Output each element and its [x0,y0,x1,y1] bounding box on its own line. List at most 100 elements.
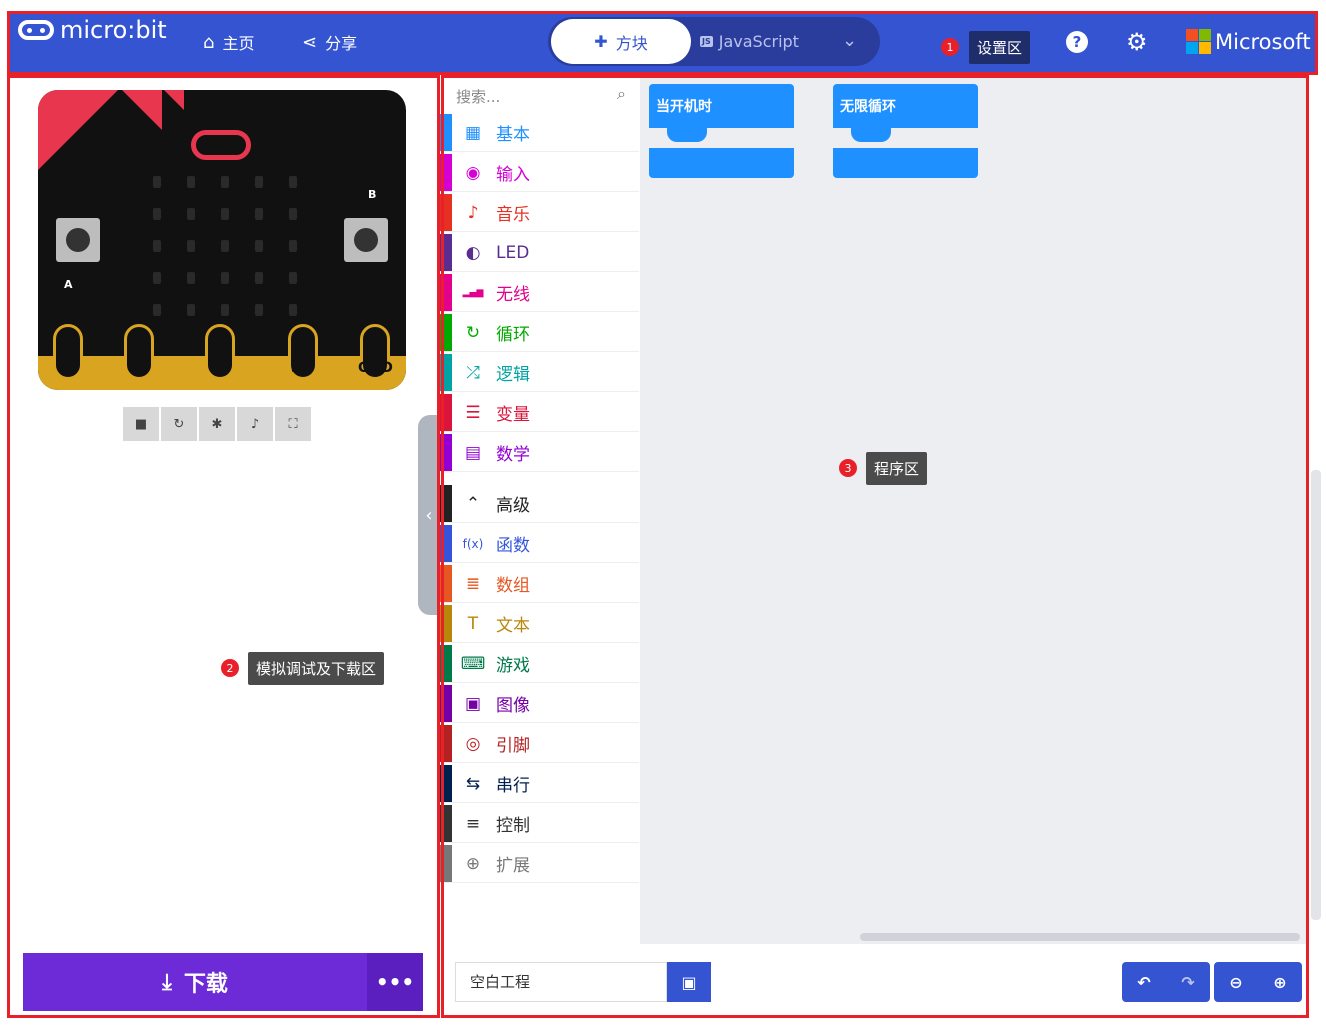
category-color-bar [440,685,452,722]
category-target[interactable]: ◎ 引脚 [440,725,639,763]
category-chevron-up[interactable]: ⌃ 高级 [440,485,639,523]
category-color-bar [440,805,452,842]
category-signal[interactable]: ▂▄▆ 无线 [440,274,639,312]
category-function[interactable]: f(x) 函数 [440,525,639,563]
save-icon[interactable]: ▣ [667,962,711,1002]
category-numbered-list[interactable]: ≣ 数组 [440,565,639,603]
category-label: 输入 [496,165,530,185]
block-on-start[interactable]: 当开机时 [649,84,794,178]
image-icon: ▣ [464,693,482,714]
category-gamepad[interactable]: ⌨ 游戏 [440,645,639,683]
home-link[interactable]: ⌂ 主页 [203,30,254,54]
undo-icon[interactable]: ↶ [1122,962,1166,1002]
chevron-down-icon[interactable]: ⌄ [842,30,857,51]
category-color-bar [440,434,452,471]
fullscreen-icon[interactable]: ⛶ [275,407,311,441]
home-label: 主页 [222,34,255,53]
debug-icon[interactable]: ✱ [199,407,235,441]
block-slot [833,128,978,148]
category-label: 无线 [496,285,530,305]
chevron-up-icon: ⌃ [465,493,481,514]
category-color-bar [440,605,452,642]
calculator-icon: ▤ [464,442,482,463]
led [255,176,263,188]
category-color-bar [440,194,452,231]
plus-circle-icon: ⊕ [465,853,481,874]
more-options-button[interactable]: ••• [367,953,423,1011]
category-color-bar [440,274,452,311]
category-input[interactable]: ◉ 输入 [440,154,639,192]
category-shuffle[interactable]: ⤮ 逻辑 [440,354,639,392]
category-image[interactable]: ▣ 图像 [440,685,639,723]
category-label: 函数 [496,536,530,556]
tab-blocks[interactable]: ✚ 方块 [551,19,691,64]
led [153,304,161,316]
share-icon: ⋖ [302,31,318,53]
puzzle-icon: ✚ [594,32,608,51]
category-refresh[interactable]: ↻ 循环 [440,314,639,352]
share-label: 分享 [325,34,358,53]
download-icon: ⤓ [162,969,172,995]
category-color-bar [440,485,452,522]
pin-label: 1 [134,360,144,376]
text-icon: T [467,613,479,634]
button-a[interactable] [56,218,100,262]
toolbox-search[interactable]: 搜索... ⌕ [446,80,638,110]
collapse-simulator-handle[interactable]: ‹ [418,415,440,615]
led [255,304,263,316]
category-toggle[interactable]: ◐ LED [440,234,639,272]
usb-icon: ⇆ [465,773,481,794]
js-icon: JS [700,36,713,47]
category-grid[interactable]: ▦ 基本 [440,114,639,152]
tab-javascript[interactable]: JS JavaScript [700,19,830,64]
chevron-left-icon: ‹ [425,504,433,526]
microsoft-logo[interactable]: Microsoft [1186,29,1311,54]
led [255,272,263,284]
category-usb[interactable]: ⇆ 串行 [440,765,639,803]
redo-icon[interactable]: ↷ [1166,962,1210,1002]
category-color-bar [440,314,452,351]
horizontal-scrollbar[interactable] [860,933,1300,941]
target-icon: ◎ [465,733,481,754]
logo-text: micro:bit [60,16,167,44]
stop-icon[interactable]: ■ [123,407,159,441]
led [153,240,161,252]
zoom-in-icon[interactable]: ⊕ [1258,962,1302,1002]
category-server[interactable]: ≡ 控制 [440,805,639,843]
category-plus-circle[interactable]: ⊕ 扩展 [440,845,639,883]
project-name-input[interactable]: 空白工程 [455,962,667,1002]
pin-label: 2 [215,360,225,376]
gear-icon[interactable]: ⚙ [1126,28,1148,56]
vertical-scrollbar[interactable] [1311,470,1321,920]
block-forever[interactable]: 无限循环 [833,84,978,178]
list-icon: ☰ [465,402,481,423]
button-b[interactable] [344,218,388,262]
microbit-logo-icon [18,20,54,40]
block-slot [649,128,794,148]
pin-label: 0 [63,360,73,376]
zoom-out-icon[interactable]: ⊖ [1214,962,1258,1002]
settings-tooltip: 设置区 [969,31,1031,64]
category-color-bar [440,765,452,802]
grid-icon: ▦ [464,122,482,143]
help-icon[interactable]: ? [1066,31,1088,53]
mute-icon[interactable]: ♪ [237,407,273,441]
category-label: LED [496,242,530,263]
category-headphones[interactable]: ♪ 音乐 [440,194,639,232]
microbit-board[interactable]: A B 0 1 2 3V GND [38,90,406,390]
restart-icon[interactable]: ↻ [161,407,197,441]
share-link[interactable]: ⋖ 分享 [302,30,357,54]
category-text[interactable]: T 文本 [440,605,639,643]
category-label: 数组 [496,576,530,596]
category-list[interactable]: ☰ 变量 [440,394,639,432]
download-button[interactable]: ⤓ 下载 [23,953,367,1011]
category-calculator[interactable]: ▤ 数学 [440,434,639,472]
microbit-face-icon [191,130,251,160]
category-color-bar [440,354,452,391]
microbit-logo[interactable]: micro:bit [18,16,167,44]
category-label: 数学 [496,445,530,465]
led [153,272,161,284]
signal-icon: ▂▄▆ [462,287,484,298]
category-label: 基本 [496,125,530,145]
workspace[interactable] [640,76,1308,944]
